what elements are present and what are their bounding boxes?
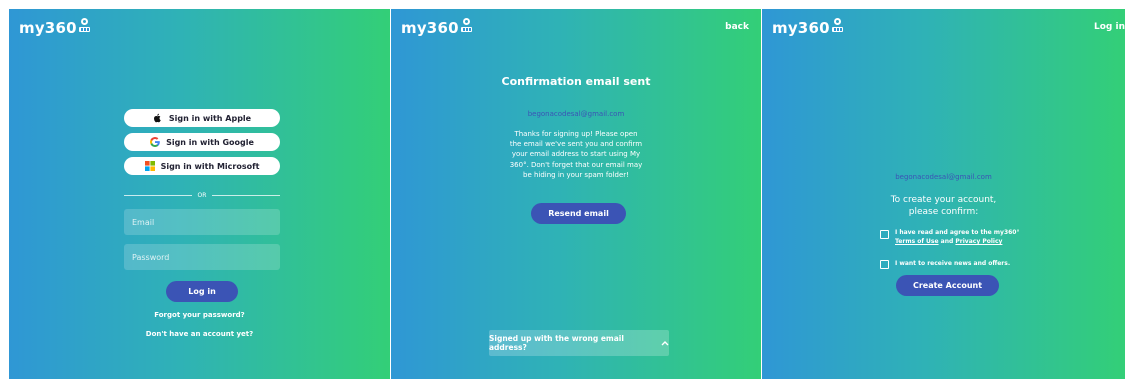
wrong-email-label: Signed up with the wrong email address? xyxy=(489,334,624,352)
confirm-line-2: please confirm: xyxy=(908,207,979,217)
create-account-panel: my360 Log in begonacodesal@gmail.com To … xyxy=(762,9,1125,379)
login-panel: my360 Sign in with Apple Sign in with Go… xyxy=(9,9,390,379)
wrong-email-toggle[interactable]: Signed up with the wrong email address? xyxy=(489,330,669,356)
logo-text: my360 xyxy=(772,19,830,37)
confirm-instructions: To create your account, please confirm: xyxy=(762,194,1125,218)
logo: my360 xyxy=(19,18,91,37)
no-account-link[interactable]: Don't have an account yet? xyxy=(9,330,390,338)
or-divider: OR xyxy=(124,190,280,200)
privacy-policy-link[interactable]: Privacy Policy xyxy=(955,238,1002,245)
forgot-password-link[interactable]: Forgot your password? xyxy=(9,311,390,319)
terms-of-use-link[interactable]: Terms of Use xyxy=(895,238,939,245)
create-account-button[interactable]: Create Account xyxy=(896,275,999,296)
sign-in-microsoft-label: Sign in with Microsoft xyxy=(160,161,260,171)
confirmation-email: begonacodesal@gmail.com xyxy=(527,110,625,118)
confirmation-panel: my360 back Confirmation email sent begon… xyxy=(391,9,761,379)
news-checkbox[interactable] xyxy=(880,260,889,269)
password-field[interactable] xyxy=(124,244,280,270)
email-field[interactable] xyxy=(124,209,280,235)
logo-icon xyxy=(460,18,473,33)
resend-email-button[interactable]: Resend email xyxy=(531,203,626,224)
logo-text: my360 xyxy=(19,19,77,37)
terms-prefix: I have read and agree to the my360° xyxy=(895,229,1020,236)
google-icon xyxy=(150,137,160,147)
sign-in-microsoft-button[interactable]: Sign in with Microsoft xyxy=(124,157,280,175)
account-email: begonacodesal@gmail.com xyxy=(895,173,992,181)
apple-icon xyxy=(153,113,163,123)
terms-and-text: and xyxy=(940,238,954,245)
sign-in-google-label: Sign in with Google xyxy=(166,137,254,147)
logo-icon xyxy=(78,18,91,33)
login-link[interactable]: Log in xyxy=(1094,22,1125,32)
logo: my360 xyxy=(401,18,473,37)
sign-in-google-button[interactable]: Sign in with Google xyxy=(124,133,280,151)
logo-icon xyxy=(831,18,844,33)
news-label: I want to receive news and offers. xyxy=(895,260,1011,267)
or-text: OR xyxy=(197,191,207,199)
chevron-up-icon xyxy=(661,339,669,348)
confirm-line-1: To create your account, xyxy=(890,195,997,205)
login-button[interactable]: Log in xyxy=(166,281,238,302)
microsoft-icon xyxy=(144,161,155,171)
news-row: I want to receive news and offers. xyxy=(880,258,1010,269)
logo-text: my360 xyxy=(401,19,459,37)
terms-checkbox[interactable] xyxy=(880,230,889,239)
terms-text: I have read and agree to the my360° Term… xyxy=(895,228,1019,246)
confirmation-message: Thanks for signing up! Please open the e… xyxy=(509,130,643,179)
terms-row: I have read and agree to the my360° Term… xyxy=(880,228,1019,246)
logo: my360 xyxy=(772,18,844,37)
sign-in-apple-label: Sign in with Apple xyxy=(168,113,252,123)
confirmation-title: Confirmation email sent xyxy=(501,75,651,88)
sign-in-apple-button[interactable]: Sign in with Apple xyxy=(124,109,280,127)
back-link[interactable]: back xyxy=(725,22,749,32)
